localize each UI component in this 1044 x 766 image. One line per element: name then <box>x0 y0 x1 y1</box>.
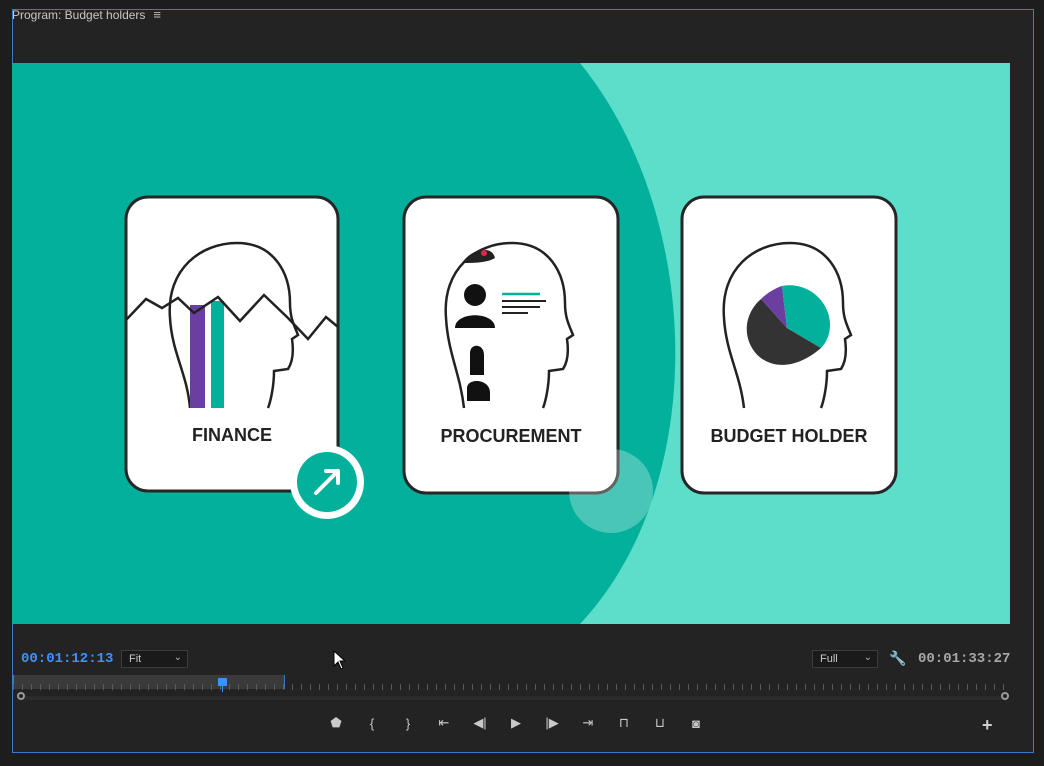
zoom-level-value: Fit <box>129 653 142 665</box>
camera-icon: ◙ <box>692 715 700 731</box>
playback-resolution-select[interactable]: Full ⌄ <box>812 650 878 668</box>
ruler-ticks <box>13 684 1009 690</box>
go-to-out-button[interactable]: ⇥ <box>570 713 606 733</box>
playhead[interactable] <box>218 678 227 686</box>
scrollbar-left-handle[interactable] <box>17 692 25 700</box>
click-ripple-indicator <box>569 449 653 533</box>
go-to-in-icon: ⇤ <box>438 715 450 730</box>
chevron-down-icon: ⌄ <box>863 652 872 663</box>
play-icon: ▶ <box>511 715 521 730</box>
add-marker-button[interactable]: ⬟ <box>318 713 354 733</box>
hamburger-menu-icon[interactable]: ≡ <box>153 8 161 21</box>
finance-card: FINANCE <box>124 195 364 519</box>
panel-title: Program: Budget holders <box>12 8 146 22</box>
scrollbar-right-handle[interactable] <box>1001 692 1009 700</box>
current-timecode[interactable]: 00:01:12:13 <box>21 651 113 667</box>
step-back-icon: ◀| <box>473 715 487 730</box>
step-back-button[interactable]: ◀| <box>462 713 498 733</box>
budget-holder-card-label: BUDGET HOLDER <box>711 426 868 446</box>
playback-resolution-value: Full <box>820 653 838 665</box>
duration-timecode: 00:01:33:27 <box>918 651 1011 667</box>
extract-button[interactable]: ⊔ <box>642 713 678 733</box>
extract-icon: ⊔ <box>654 715 666 730</box>
play-button[interactable]: ▶ <box>498 713 534 733</box>
playhead-line <box>222 686 223 692</box>
mark-in-button[interactable]: { <box>354 713 390 733</box>
program-viewer[interactable]: FINANCE PROCUREMENT BUDGET HOLDER <box>12 63 1010 624</box>
step-forward-button[interactable]: |▶ <box>534 713 570 733</box>
step-forward-icon: |▶ <box>545 715 559 730</box>
time-ruler[interactable] <box>13 675 1009 692</box>
budget-holder-card: BUDGET HOLDER <box>680 195 898 495</box>
procurement-card: PROCUREMENT <box>402 195 620 495</box>
export-frame-button[interactable]: ◙ <box>678 713 714 733</box>
transport-controls: ⬟ {} ⇤ ◀| ▶ |▶ ⇥ ⊓ ⊔ ◙ <box>318 713 714 733</box>
mark-out-button[interactable]: } <box>390 713 426 733</box>
lift-icon: ⊓ <box>618 715 630 730</box>
panel-header: Program: Budget holders ≡ <box>12 7 161 23</box>
mark-out-icon: } <box>405 715 411 731</box>
button-editor-button[interactable]: + <box>982 715 993 736</box>
procurement-card-label: PROCUREMENT <box>440 426 581 446</box>
zoom-scrollbar[interactable] <box>17 692 1009 700</box>
go-to-out-icon: ⇥ <box>582 715 594 730</box>
plus-icon: + <box>982 715 993 735</box>
chevron-down-icon: ⌄ <box>173 652 182 663</box>
lift-button[interactable]: ⊓ <box>606 713 642 733</box>
marker-icon: ⬟ <box>330 715 342 730</box>
zoom-level-select[interactable]: Fit ⌄ <box>121 650 188 668</box>
go-to-in-button[interactable]: ⇤ <box>426 713 462 733</box>
finance-card-label: FINANCE <box>192 425 272 445</box>
mark-in-icon: { <box>369 715 375 731</box>
wrench-icon[interactable]: 🔧 <box>889 650 906 667</box>
mouse-cursor-icon <box>333 650 347 670</box>
